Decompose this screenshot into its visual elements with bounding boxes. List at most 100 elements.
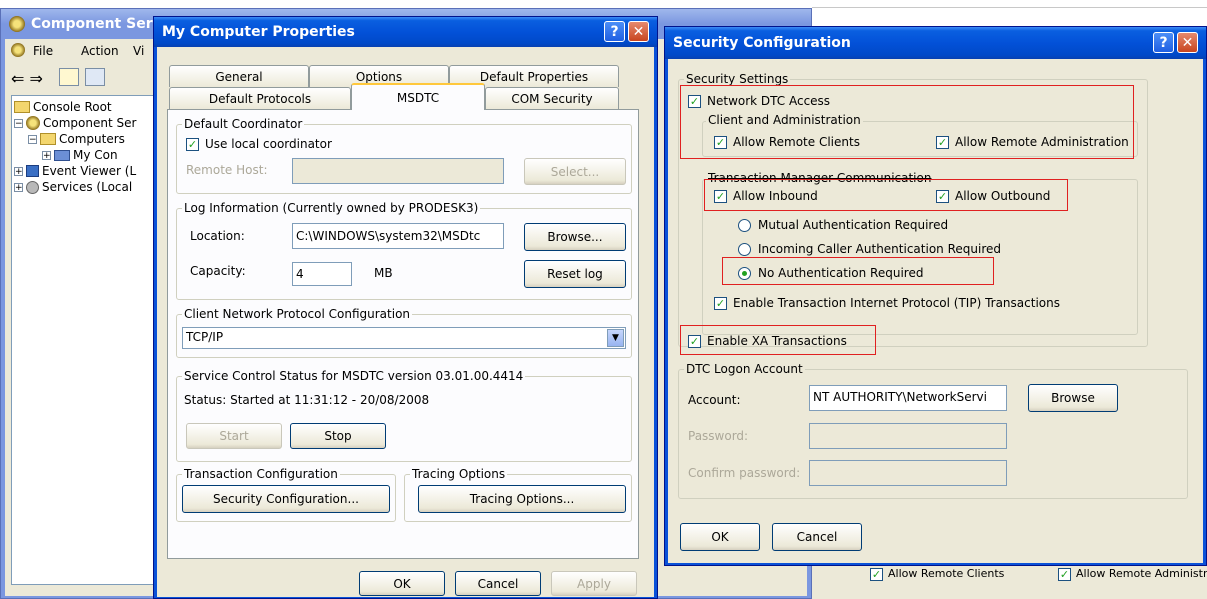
- my-computer-properties-dialog: My Computer Properties ? ✕ General Optio…: [153, 16, 658, 599]
- tab-general[interactable]: General: [169, 65, 309, 87]
- show-hide-tree-icon[interactable]: [85, 68, 105, 86]
- protocol-dropdown[interactable]: TCP/IP ▼: [182, 327, 626, 349]
- highlight-no-auth: [722, 257, 994, 285]
- chevron-down-icon[interactable]: ▼: [607, 329, 624, 347]
- mmc-title: Component Ser: [31, 16, 153, 32]
- mmc-app-icon: [11, 43, 25, 57]
- protocol-value: TCP/IP: [186, 330, 224, 344]
- security-configuration-dialog: Security Configuration ? ✕ Security Sett…: [664, 26, 1207, 566]
- start-button[interactable]: Start: [186, 423, 282, 449]
- security-settings-label: Security Settings: [684, 72, 791, 86]
- transaction-configuration-label: Transaction Configuration: [182, 467, 340, 481]
- use-local-coordinator-checkbox[interactable]: ✓: [186, 138, 199, 151]
- apply-button-label: Apply: [577, 576, 611, 591]
- menu-action[interactable]: Action: [81, 44, 119, 58]
- tree-item-computers[interactable]: − Computers: [28, 132, 125, 146]
- cancel-button[interactable]: Cancel: [455, 571, 541, 596]
- collapse-icon[interactable]: −: [28, 134, 37, 144]
- expand-icon[interactable]: +: [42, 150, 51, 160]
- collapse-icon[interactable]: −: [14, 118, 23, 128]
- account-field[interactable]: NT AUTHORITY\NetworkServi: [809, 385, 1007, 411]
- menu-file[interactable]: File: [33, 44, 53, 58]
- tree-label: Computers: [59, 132, 125, 146]
- reset-log-button-label: Reset log: [547, 267, 603, 281]
- client-network-protocol-label: Client Network Protocol Configuration: [182, 307, 413, 321]
- tree-label: My Con: [73, 148, 118, 162]
- enable-tip-label: Enable Transaction Internet Protocol (TI…: [733, 296, 1060, 310]
- ok-button-label: OK: [393, 576, 411, 591]
- menu-view[interactable]: Vi: [133, 44, 144, 58]
- stop-button[interactable]: Stop: [290, 423, 386, 449]
- properties-title-bar[interactable]: My Computer Properties: [154, 17, 657, 47]
- service-control-label: Service Control Status for MSDTC version…: [182, 369, 526, 383]
- security-ok-button-label: OK: [711, 530, 729, 544]
- expand-icon[interactable]: +: [14, 166, 23, 176]
- tab-label: Default Protocols: [208, 91, 312, 106]
- tree-item-component-services[interactable]: − Component Ser: [14, 116, 136, 130]
- capacity-label: Capacity:: [190, 264, 246, 278]
- ok-button[interactable]: OK: [359, 571, 445, 596]
- tab-label: Default Properties: [479, 69, 589, 84]
- security-cancel-button-label: Cancel: [796, 530, 838, 544]
- up-folder-icon[interactable]: [59, 68, 79, 86]
- tree-label: Event Viewer (L: [42, 164, 137, 178]
- remote-host-label: Remote Host:: [186, 163, 268, 177]
- start-button-label: Start: [219, 429, 249, 443]
- event-viewer-icon: [26, 165, 39, 177]
- tree-item-my-computer[interactable]: + My Con: [42, 148, 118, 162]
- security-configuration-button-label: Security Configuration...: [213, 492, 359, 506]
- enable-tip-checkbox[interactable]: ✓: [714, 297, 727, 310]
- security-cancel-button[interactable]: Cancel: [772, 523, 862, 551]
- tab-msdtc[interactable]: MSDTC: [351, 83, 485, 110]
- mutual-auth-radio[interactable]: [738, 219, 751, 232]
- apply-button[interactable]: Apply: [551, 571, 637, 596]
- select-button[interactable]: Select...: [524, 158, 626, 185]
- select-button-label: Select...: [550, 164, 600, 179]
- use-local-coordinator-label: Use local coordinator: [205, 137, 332, 151]
- location-label: Location:: [190, 229, 245, 243]
- account-browse-button[interactable]: Browse: [1028, 384, 1118, 412]
- capacity-field[interactable]: 4: [292, 262, 352, 286]
- confirm-password-field[interactable]: [809, 460, 1007, 486]
- cancel-button-label: Cancel: [477, 576, 519, 591]
- stop-button-label: Stop: [324, 429, 352, 443]
- dtc-logon-label: DTC Logon Account: [684, 362, 805, 376]
- tab-default-protocols[interactable]: Default Protocols: [169, 87, 351, 109]
- highlight-network-dtc: [680, 85, 1134, 159]
- password-field[interactable]: [809, 423, 1007, 449]
- close-button[interactable]: ✕: [1177, 32, 1198, 53]
- bg-allow-remote-clients-checkbox: ✓: [870, 568, 883, 581]
- location-field[interactable]: C:\WINDOWS\system32\MSDtc: [292, 223, 504, 249]
- expand-icon[interactable]: +: [14, 182, 23, 192]
- tab-label: COM Security: [511, 91, 593, 106]
- security-ok-button[interactable]: OK: [680, 523, 760, 551]
- incoming-caller-auth-radio[interactable]: [738, 243, 751, 256]
- browse-button-label: Browse...: [547, 230, 603, 244]
- back-forward-arrows[interactable]: ⇐ ⇒: [11, 69, 43, 88]
- tab-label: Options: [355, 69, 403, 84]
- tree-item-event-viewer[interactable]: + Event Viewer (L: [14, 164, 136, 178]
- tree-item-services[interactable]: + Services (Local: [14, 180, 132, 194]
- security-configuration-button[interactable]: Security Configuration...: [182, 485, 390, 513]
- tree-item-console-root[interactable]: Console Root: [14, 100, 112, 114]
- confirm-password-label: Confirm password:: [688, 466, 801, 480]
- browse-button[interactable]: Browse...: [524, 223, 626, 251]
- help-button[interactable]: ?: [604, 21, 625, 42]
- properties-title: My Computer Properties: [162, 24, 355, 40]
- tracing-options-button-label: Tracing Options...: [469, 492, 575, 506]
- security-title-bar[interactable]: Security Configuration: [665, 27, 1206, 59]
- security-client: Security Settings ✓ Network DTC Access C…: [668, 59, 1203, 563]
- close-button[interactable]: ✕: [628, 21, 649, 42]
- tracing-options-button[interactable]: Tracing Options...: [418, 485, 626, 513]
- tab-com-security[interactable]: COM Security: [485, 87, 619, 109]
- service-status: Status: Started at 11:31:12 - 20/08/2008: [184, 393, 430, 407]
- bg-allow-remote-admin-label: Allow Remote Administra: [1076, 567, 1207, 580]
- highlight-inbound-outbound: [704, 179, 1068, 211]
- reset-log-button[interactable]: Reset log: [524, 260, 626, 288]
- help-button[interactable]: ?: [1153, 32, 1174, 53]
- mutual-auth-label: Mutual Authentication Required: [758, 218, 949, 232]
- component-services-icon: [26, 116, 40, 130]
- service-control-group: [176, 376, 632, 462]
- remote-host-field[interactable]: [292, 158, 504, 184]
- bg-allow-remote-clients-label: Allow Remote Clients: [888, 567, 1005, 580]
